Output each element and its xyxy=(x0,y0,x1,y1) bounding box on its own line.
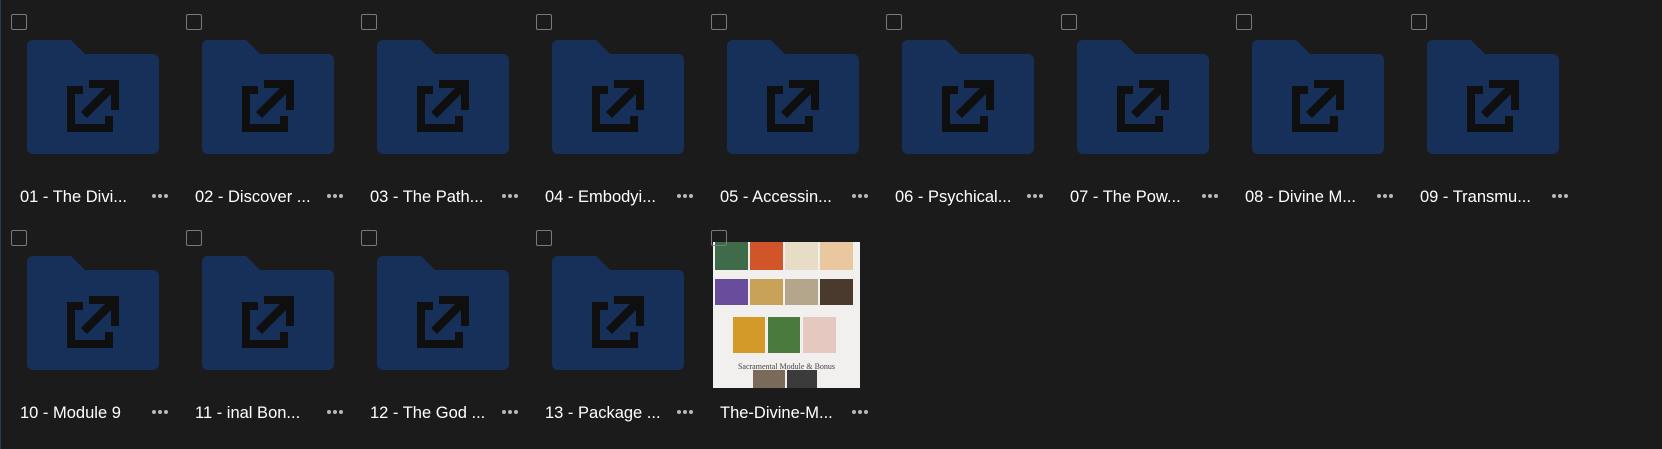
folder-tile[interactable]: 05 - Accessin... xyxy=(701,0,876,225)
more-options-icon[interactable] xyxy=(674,185,696,205)
image-thumbnail[interactable]: Sacramental Module & Bonus xyxy=(713,242,860,388)
folder-tile[interactable]: 12 - The God ... xyxy=(351,216,526,441)
folder-tile[interactable]: 03 - The Path... xyxy=(351,0,526,225)
shared-folder-icon[interactable] xyxy=(27,256,159,370)
item-name[interactable]: 02 - Discover ... xyxy=(195,187,313,207)
more-options-icon[interactable] xyxy=(1374,185,1396,205)
folder-tile[interactable]: 06 - Psychical... xyxy=(876,0,1051,225)
select-checkbox[interactable] xyxy=(11,14,27,30)
more-options-icon[interactable] xyxy=(674,401,696,421)
folder-tile[interactable]: 02 - Discover ... xyxy=(176,0,351,225)
item-name[interactable]: 13 - Package ... xyxy=(545,403,663,423)
select-checkbox[interactable] xyxy=(536,230,552,246)
more-options-icon[interactable] xyxy=(499,401,521,421)
folder-tile[interactable]: 11 - inal Bon... xyxy=(176,216,351,441)
folder-tile[interactable]: 08 - Divine M... xyxy=(1226,0,1401,225)
item-name[interactable]: 09 - Transmu... xyxy=(1420,187,1538,207)
item-name[interactable]: 05 - Accessin... xyxy=(720,187,838,207)
more-options-icon[interactable] xyxy=(324,185,346,205)
shared-folder-icon[interactable] xyxy=(552,256,684,370)
select-checkbox[interactable] xyxy=(11,230,27,246)
thumbnail-caption: Sacramental Module & Bonus xyxy=(737,362,836,371)
select-checkbox[interactable] xyxy=(1061,14,1077,30)
shared-folder-icon[interactable] xyxy=(1252,40,1384,154)
item-name[interactable]: 08 - Divine M... xyxy=(1245,187,1363,207)
shared-folder-icon[interactable] xyxy=(202,40,334,154)
select-checkbox[interactable] xyxy=(711,230,727,246)
folder-tile[interactable]: 07 - The Pow... xyxy=(1051,0,1226,225)
file-grid: 01 - The Divi... 02 - Discover ... 03 - … xyxy=(0,0,1662,449)
item-name[interactable]: 03 - The Path... xyxy=(370,187,488,207)
more-options-icon[interactable] xyxy=(149,401,171,421)
select-checkbox[interactable] xyxy=(536,14,552,30)
select-checkbox[interactable] xyxy=(1236,14,1252,30)
more-options-icon[interactable] xyxy=(324,401,346,421)
item-name[interactable]: 12 - The God ... xyxy=(370,403,488,423)
item-name[interactable]: 07 - The Pow... xyxy=(1070,187,1188,207)
shared-folder-icon[interactable] xyxy=(27,40,159,154)
select-checkbox[interactable] xyxy=(186,14,202,30)
image-tile[interactable]: Sacramental Module & Bonus The-Divine-M..… xyxy=(701,216,876,441)
shared-folder-icon[interactable] xyxy=(552,40,684,154)
folder-tile[interactable]: 01 - The Divi... xyxy=(1,0,176,225)
item-name[interactable]: 06 - Psychical... xyxy=(895,187,1013,207)
item-name[interactable]: 11 - inal Bon... xyxy=(195,403,313,423)
select-checkbox[interactable] xyxy=(361,230,377,246)
shared-folder-icon[interactable] xyxy=(1427,40,1559,154)
item-name[interactable]: 04 - Embodyi... xyxy=(545,187,663,207)
shared-folder-icon[interactable] xyxy=(727,40,859,154)
more-options-icon[interactable] xyxy=(499,185,521,205)
more-options-icon[interactable] xyxy=(849,185,871,205)
shared-folder-icon[interactable] xyxy=(377,256,509,370)
item-name[interactable]: The-Divine-M... xyxy=(720,403,838,423)
select-checkbox[interactable] xyxy=(186,230,202,246)
item-name[interactable]: 10 - Module 9 xyxy=(20,403,138,423)
select-checkbox[interactable] xyxy=(886,14,902,30)
folder-tile[interactable]: 04 - Embodyi... xyxy=(526,0,701,225)
more-options-icon[interactable] xyxy=(1024,185,1046,205)
folder-tile[interactable]: 09 - Transmu... xyxy=(1401,0,1576,225)
shared-folder-icon[interactable] xyxy=(202,256,334,370)
more-options-icon[interactable] xyxy=(1199,185,1221,205)
folder-tile[interactable]: 13 - Package ... xyxy=(526,216,701,441)
item-name[interactable]: 01 - The Divi... xyxy=(20,187,138,207)
more-options-icon[interactable] xyxy=(1549,185,1571,205)
folder-tile[interactable]: 10 - Module 9 xyxy=(1,216,176,441)
more-options-icon[interactable] xyxy=(149,185,171,205)
select-checkbox[interactable] xyxy=(1411,14,1427,30)
select-checkbox[interactable] xyxy=(711,14,727,30)
shared-folder-icon[interactable] xyxy=(1077,40,1209,154)
shared-folder-icon[interactable] xyxy=(377,40,509,154)
more-options-icon[interactable] xyxy=(849,401,871,421)
select-checkbox[interactable] xyxy=(361,14,377,30)
shared-folder-icon[interactable] xyxy=(902,40,1034,154)
